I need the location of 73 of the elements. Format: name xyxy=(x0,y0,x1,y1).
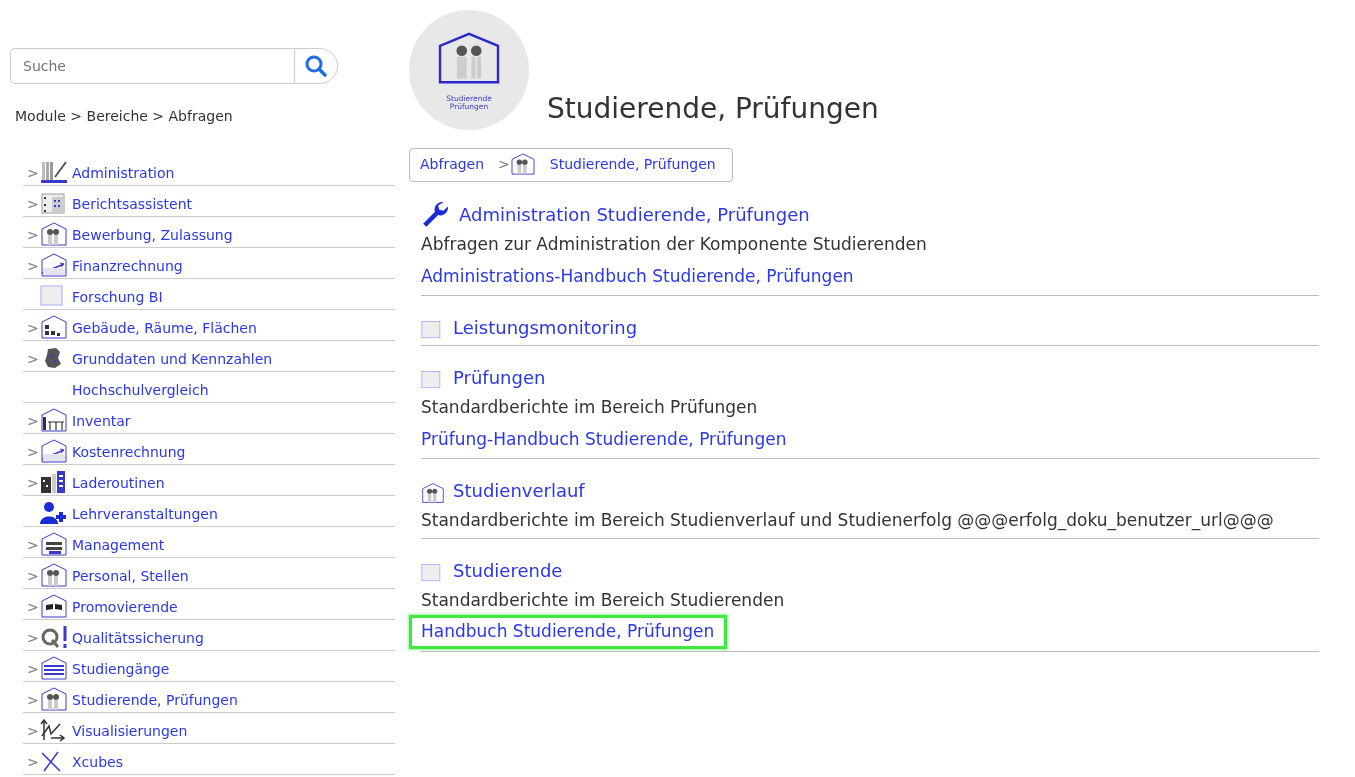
expand-arrow[interactable]: > xyxy=(23,256,40,277)
bars-icon xyxy=(40,160,68,184)
sidebar-link[interactable]: Visualisierungen xyxy=(72,721,188,742)
house-blocks-icon xyxy=(40,315,68,339)
expand-arrow[interactable]: > xyxy=(23,194,40,215)
house-chart-icon xyxy=(40,253,68,277)
search-button[interactable] xyxy=(294,48,338,84)
chart-axes-icon xyxy=(40,718,68,742)
breadcrumb-link[interactable]: Studierende, Prüfungen xyxy=(549,153,716,175)
wrench-icon xyxy=(421,200,451,228)
qa-icon xyxy=(40,625,68,649)
expand-arrow[interactable]: > xyxy=(23,659,40,680)
sidebar-link[interactable]: Laderoutinen xyxy=(72,473,165,494)
sidebar-link[interactable]: Management xyxy=(72,535,165,556)
expand-arrow[interactable]: > xyxy=(23,473,40,494)
sidebar-link[interactable]: Inventar xyxy=(72,411,131,432)
handbook-link[interactable]: Prüfung-Handbuch Studierende, Prüfungen xyxy=(409,422,800,456)
house-chart-icon xyxy=(40,439,68,463)
person-add-icon xyxy=(40,501,68,525)
expand-arrow[interactable]: > xyxy=(23,752,40,773)
page-title: Studierende, Prüfungen xyxy=(547,92,879,126)
expand-arrow[interactable]: > xyxy=(23,163,40,184)
section-link[interactable]: Prüfungen xyxy=(453,364,546,391)
breadcrumb-separator: > xyxy=(498,154,510,174)
expand-arrow[interactable]: > xyxy=(23,690,40,711)
sidebar-link[interactable]: Hochschulvergleich xyxy=(72,380,209,401)
sidebar-link[interactable]: Studiengänge xyxy=(72,659,170,680)
grid-icon xyxy=(40,191,68,215)
sidebar-link[interactable]: Lehrveranstaltungen xyxy=(72,504,218,525)
section-description: Abfragen zur Administration der Komponente Studierenden xyxy=(421,233,928,256)
section-description: Standardberichte im Bereich Prüfungen xyxy=(421,396,759,419)
house-flags-icon xyxy=(40,594,68,618)
expand-arrow[interactable]: > xyxy=(23,628,40,649)
sidebar-link[interactable]: Qualitätssicherung xyxy=(72,628,204,649)
expand-arrow[interactable]: > xyxy=(23,349,40,370)
expand-arrow[interactable]: > xyxy=(23,225,40,246)
breadcrumb-text: Module > Bereiche > Abfragen xyxy=(15,107,234,126)
section-description: Standardberichte im Bereich Studienverlauf und Studienerfolg @@@erfolg_doku_benutzer_url@@@ xyxy=(421,509,1275,533)
sidebar-link[interactable]: Promovierende xyxy=(72,597,178,618)
sidebar-link[interactable]: Forschung BI xyxy=(72,287,163,308)
sidebar-link[interactable]: Xcubes xyxy=(72,752,123,773)
sidebar-link[interactable]: Bewerbung, Zulassung xyxy=(72,225,233,246)
expand-arrow[interactable]: > xyxy=(23,318,40,339)
section-link[interactable]: Leistungsmonitoring xyxy=(453,314,638,341)
expand-arrow[interactable]: > xyxy=(23,442,40,463)
house-people-icon xyxy=(509,153,536,175)
section-description: Standardberichte im Bereich Studierenden xyxy=(421,588,786,612)
sidebar-link[interactable]: Studierende, Prüfungen xyxy=(72,690,238,711)
sidebar-link[interactable]: Finanzrechnung xyxy=(72,256,183,277)
sidebar-link[interactable]: Grunddaten und Kennzahlen xyxy=(72,349,273,370)
sidebar-link[interactable]: Berichtsassistent xyxy=(72,194,193,215)
expand-arrow[interactable]: > xyxy=(23,411,40,432)
handbook-link[interactable]: Handbuch Studierende, Prüfungen xyxy=(409,615,728,649)
handbook-link[interactable]: Administrations-Handbuch Studierende, Prüfungen xyxy=(409,259,867,293)
section-link[interactable]: Studienverlauf xyxy=(453,477,585,504)
sidebar-link[interactable]: Kostenrechnung xyxy=(72,442,186,463)
house-grid-icon xyxy=(40,532,68,556)
breadcrumb-link[interactable]: Abfragen xyxy=(420,153,485,175)
search-icon xyxy=(305,55,327,77)
expand-arrow[interactable]: > xyxy=(23,721,40,742)
house-people-icon xyxy=(421,482,445,504)
sidebar-link[interactable]: Personal, Stellen xyxy=(72,566,189,587)
house-lines-icon xyxy=(40,656,68,680)
section-link[interactable]: Administration Studierende, Prüfungen xyxy=(459,201,810,228)
search-field[interactable]: Suche xyxy=(10,48,294,84)
expand-arrow[interactable]: > xyxy=(23,566,40,587)
expand-arrow[interactable]: > xyxy=(23,535,40,556)
section-link[interactable]: Studierende xyxy=(453,556,563,584)
house-furniture-icon xyxy=(40,408,68,432)
expand-arrow[interactable]: > xyxy=(23,597,40,618)
sidebar-link[interactable]: Administration xyxy=(72,163,175,184)
buildings-icon xyxy=(40,470,68,494)
sidebar-link[interactable]: Gebäude, Räume, Flächen xyxy=(72,318,257,339)
